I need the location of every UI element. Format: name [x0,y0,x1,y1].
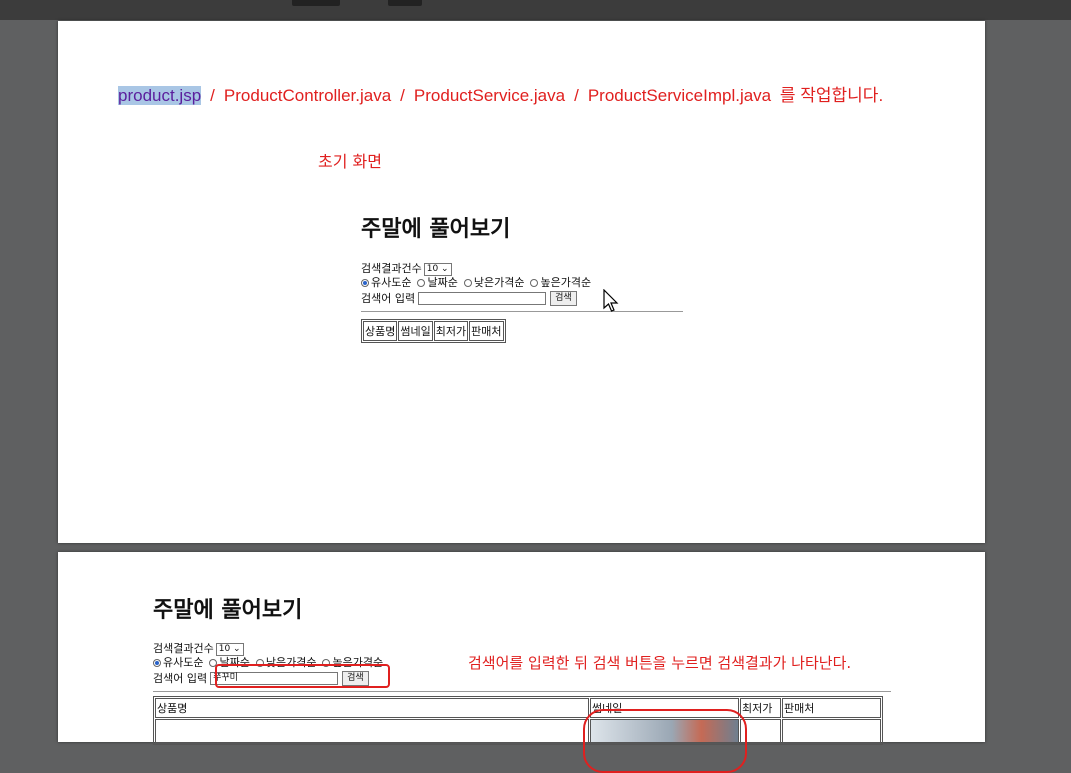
separator: / [210,86,215,105]
file-name: ProductServiceImpl.java [587,86,772,105]
divider [153,691,891,692]
file-name-highlighted: product.jsp [118,86,202,105]
column-header: 썸네일 [398,321,433,341]
page-number-control[interactable] [292,0,340,6]
form-title: 주말에 풀어보기 [361,217,511,242]
search-label: 검색어 입력 [361,291,416,305]
search-button[interactable]: 검색 [550,291,577,306]
search-row: 검색어 입력 검색 [361,291,683,306]
radio-label: 높은가격순 [540,276,592,289]
results-table: 상품명 썸네일 최저가 판매처 [153,696,883,745]
separator: / [400,86,405,105]
file-name: ProductService.java [413,86,566,105]
column-header: 판매처 [469,321,504,341]
file-name: ProductController.java [223,86,392,105]
result-cell [155,719,589,743]
radio-similarity[interactable] [153,659,161,667]
search-form: 주말에 풀어보기 검색결과건수 10 ⌄ 유사도순 날짜순 낮은가격순 높은가격… [361,211,683,343]
zoom-control[interactable] [388,0,422,6]
result-cell [782,719,881,743]
radio-label: 날짜순 [427,276,458,289]
count-select[interactable]: 10 ⌄ [423,262,452,276]
radio-date[interactable] [417,279,426,287]
results-table: 상품명 썸네일 최저가 판매처 [361,319,506,343]
column-header: 상품명 [155,698,589,718]
count-select[interactable]: 10 ⌄ [215,642,244,656]
count-label: 검색결과건수 [361,262,422,275]
form-title: 주말에 풀어보기 [153,598,303,623]
task-description: product.jsp / ProductController.java / Produ… [118,81,883,106]
divider [361,311,683,312]
search-highlight-box [215,664,390,688]
count-label: 검색결과건수 [153,642,214,655]
radio-high-price[interactable] [530,279,539,287]
document-page-2: 주말에 풀어보기 검색결과건수 10 ⌄ 유사도순 날짜순 낮은가격순 높은가격… [58,552,985,773]
initial-screen-label: 초기 화면 [318,152,382,171]
radio-label: 유사도순 [371,276,412,289]
search-label: 검색어 입력 [153,671,208,685]
column-header: 최저가 [433,321,469,341]
thumbnail-highlight-oval [583,709,747,773]
radio-label: 유사도순 [163,656,204,669]
result-note: 검색어를 입력한 뒤 검색 버튼을 누르면 검색결과가 나타난다. [468,654,852,672]
count-row: 검색결과건수 10 ⌄ [361,262,683,276]
viewer-toolbar [0,0,1071,20]
column-header: 최저가 [740,698,781,718]
radio-similarity[interactable] [361,279,369,287]
separator: / [574,86,579,105]
sort-row: 유사도순 날짜순 낮은가격순 높은가격순 [361,276,683,290]
search-input[interactable] [418,292,547,305]
column-header: 판매처 [782,698,881,718]
column-header: 상품명 [363,321,398,341]
document-page-1: product.jsp / ProductController.java / Produ… [58,21,985,543]
task-suffix: 를 작업합니다. [779,86,884,105]
arrow-cursor-icon [603,289,619,312]
radio-label: 낮은가격순 [473,276,525,289]
radio-low-price[interactable] [463,279,472,287]
